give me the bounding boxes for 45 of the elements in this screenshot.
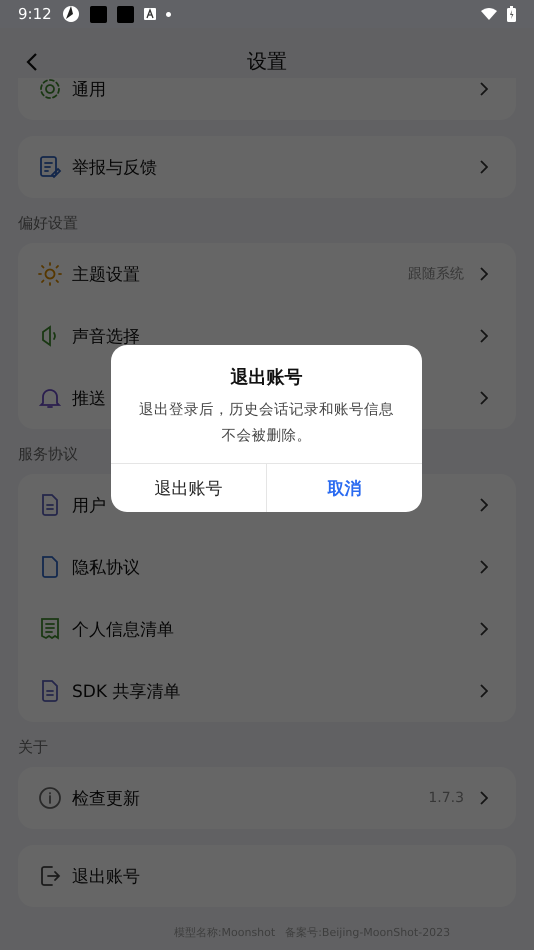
row-label[interactable]: 声音选择: [72, 324, 140, 348]
row-label[interactable]: 主题设置: [72, 262, 140, 286]
page-title: 设置: [247, 48, 287, 74]
row-label[interactable]: SDK 共享清单: [72, 680, 180, 702]
notification-icon: [144, 8, 156, 20]
sun-icon: [38, 262, 62, 286]
chevron-icon: [480, 329, 488, 343]
row-label[interactable]: 通用: [72, 78, 106, 100]
receipt-icon: [38, 617, 62, 641]
status-time: 9:12: [18, 5, 52, 23]
row-label[interactable]: 隐私协议: [72, 556, 140, 578]
dialog-message: 退出登录后，历史会话记录和账号信息不会被删除。: [138, 401, 395, 446]
row-label[interactable]: 举报与反馈: [72, 156, 157, 178]
chevron-icon: [480, 684, 488, 698]
gear-icon: [38, 78, 62, 101]
row-label[interactable]: 推送: [72, 386, 106, 410]
section-heading: 偏好设置: [18, 214, 79, 234]
row-label[interactable]: 检查更新: [72, 786, 140, 810]
chevron-icon: [480, 560, 488, 574]
bell-icon: [38, 386, 62, 410]
wifi-icon: [481, 8, 497, 20]
chevron-icon: [480, 791, 488, 805]
info-icon: [38, 786, 62, 810]
row-label[interactable]: 个人信息清单: [72, 618, 174, 640]
back-icon[interactable]: [26, 52, 38, 72]
row-label[interactable]: 退出账号: [72, 864, 140, 888]
row-label[interactable]: 用户: [72, 494, 106, 516]
chevron-icon: [480, 267, 488, 281]
chevron-icon: [480, 160, 488, 174]
chevron-icon: [480, 498, 488, 512]
app-icon: [62, 5, 80, 23]
dialog-title: 退出账号: [230, 366, 304, 389]
section-heading: 服务协议: [18, 445, 79, 465]
dialog-button[interactable]: 退出账号: [111, 464, 266, 512]
section-heading: 关于: [18, 738, 49, 758]
notification-icon: [116, 6, 134, 22]
dot-icon: [166, 12, 171, 16]
dialog-button[interactable]: 取消: [266, 464, 422, 512]
chevron-icon: [480, 82, 488, 96]
chevron-icon: [480, 391, 488, 405]
logout-icon: [38, 864, 62, 888]
report-icon: [38, 155, 62, 179]
battery-icon: [507, 6, 516, 22]
chevron-icon: [480, 622, 488, 636]
notification-icon: [90, 6, 107, 22]
